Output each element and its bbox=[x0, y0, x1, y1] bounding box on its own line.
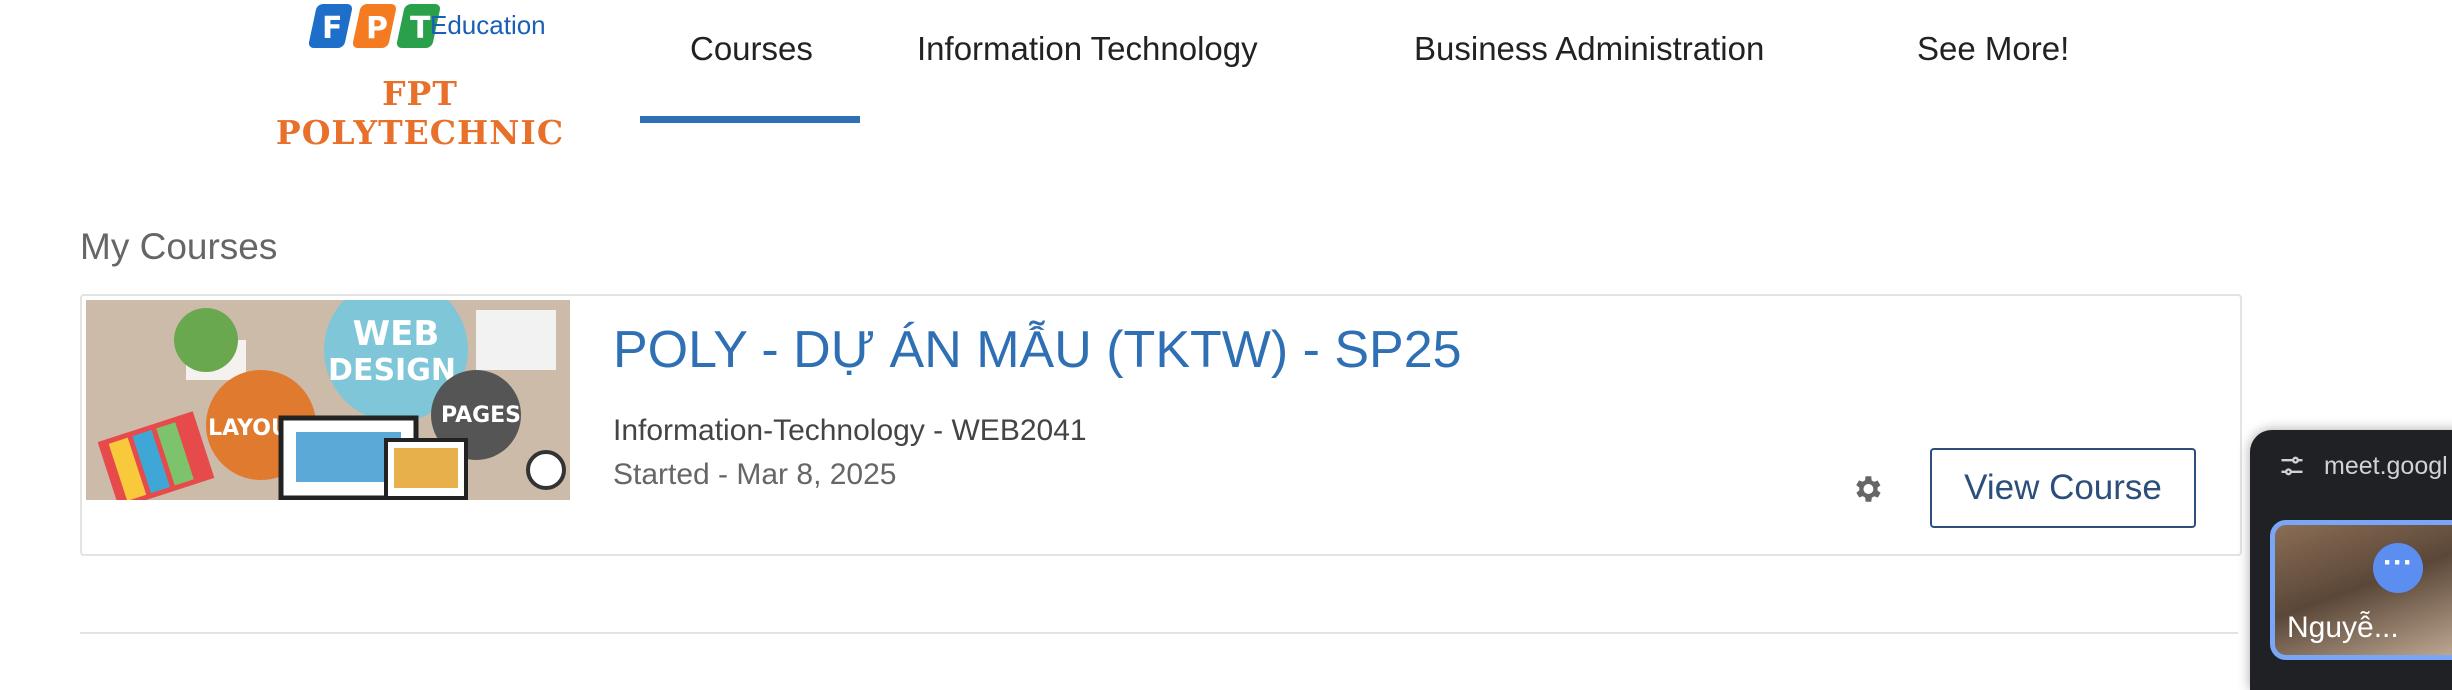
course-start-date: Started - Mar 8, 2025 bbox=[613, 458, 897, 491]
fpt-letters-logo: F P T bbox=[308, 4, 441, 48]
active-tab-indicator bbox=[640, 116, 860, 123]
logo-education-text: Education bbox=[430, 10, 546, 40]
meet-url: meet.googl bbox=[2324, 452, 2448, 480]
participant-tile[interactable]: ··· Nguyễ... bbox=[2270, 520, 2452, 660]
tune-icon[interactable] bbox=[2278, 452, 2306, 480]
course-thumbnail[interactable]: WEB DESIGN LAYOUT PAGES bbox=[86, 300, 570, 500]
next-course-card bbox=[80, 632, 2238, 654]
svg-text:DESIGN: DESIGN bbox=[328, 353, 456, 388]
nav-tab-information-technology[interactable]: Information Technology bbox=[917, 30, 1258, 68]
course-code: Information-Technology - WEB2041 bbox=[613, 414, 1087, 447]
svg-text:PAGES: PAGES bbox=[441, 403, 521, 428]
nav-tab-courses[interactable]: Courses bbox=[690, 30, 813, 68]
meet-pip-window[interactable]: meet.googl ··· Nguyễ... bbox=[2250, 430, 2452, 690]
svg-text:WEB: WEB bbox=[353, 314, 440, 354]
course-title-link[interactable]: POLY - DỰ ÁN MẪU (TKTW) - SP25 bbox=[613, 320, 1462, 380]
plant-image bbox=[174, 308, 238, 372]
nav-tab-see-more[interactable]: See More! bbox=[1917, 30, 2069, 68]
nav-tab-business-administration[interactable]: Business Administration bbox=[1414, 30, 1764, 68]
view-course-button[interactable]: View Course bbox=[1930, 448, 2196, 528]
svg-text:F: F bbox=[322, 11, 343, 46]
svg-text:P: P bbox=[366, 11, 388, 46]
more-horizontal-icon[interactable]: ··· bbox=[2373, 543, 2423, 593]
logo-wordmark: FPT POLYTECHNIC bbox=[275, 74, 565, 152]
gear-icon[interactable] bbox=[1850, 472, 1884, 506]
section-title: My Courses bbox=[80, 226, 278, 267]
svg-text:T: T bbox=[410, 11, 431, 46]
